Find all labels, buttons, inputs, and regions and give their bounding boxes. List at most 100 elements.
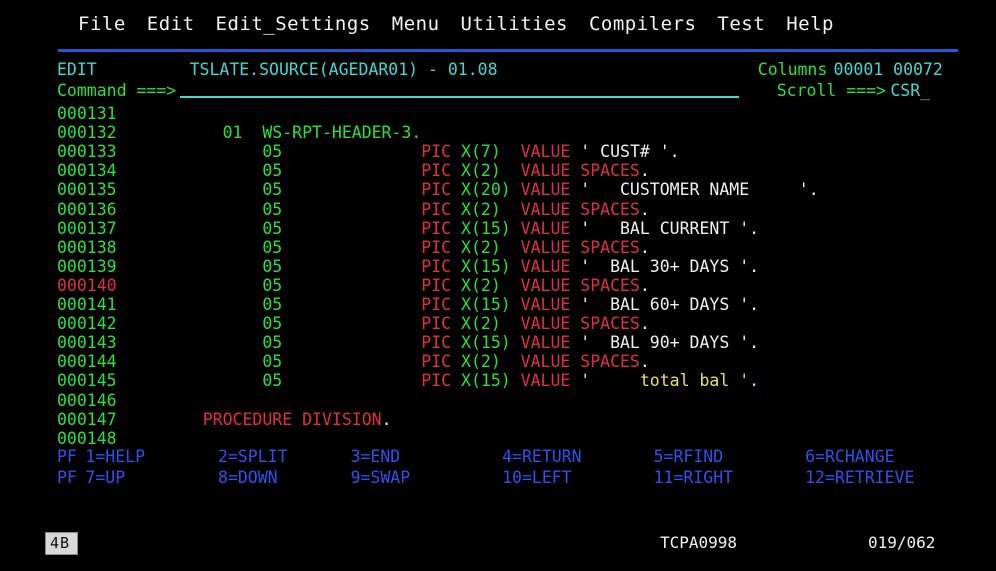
line-number: 000141 — [57, 295, 117, 314]
code-token: VALUE SPACES — [501, 276, 640, 295]
code-line[interactable]: 000135 05 PIC X(20) VALUE ' CUSTOMER NAM… — [0, 180, 996, 199]
code-line[interactable]: 000141 05 PIC X(15) VALUE ' BAL 60+ DAYS… — [0, 295, 996, 314]
code-line-text: 05 PIC X(2) VALUE SPACES. — [123, 161, 650, 180]
code-line[interactable]: 000146 — [0, 391, 996, 410]
code-token: ' BAL 60+ DAYS '. — [580, 295, 759, 314]
pf-key-3[interactable]: 3=END — [351, 447, 401, 466]
menu-item-file[interactable]: File — [78, 13, 126, 35]
pf-key-1[interactable]: 1=HELP — [85, 447, 145, 466]
code-token: X(2) — [461, 238, 501, 257]
code-token: PIC — [421, 352, 461, 371]
pf-key-9[interactable]: 9=SWAP — [351, 468, 411, 487]
code-line-text: 05 PIC X(2) VALUE SPACES. — [123, 200, 650, 219]
code-token: 05 — [123, 200, 421, 219]
pf-key-5[interactable]: 5=RFIND — [654, 447, 724, 466]
menu-item-compilers[interactable]: Compilers — [589, 13, 696, 35]
code-token: ' CUSTOMER NAME '. — [580, 180, 818, 199]
code-token: PIC — [421, 276, 461, 295]
code-line[interactable]: 000138 05 PIC X(2) VALUE SPACES. — [0, 238, 996, 257]
code-token: PIC — [421, 161, 461, 180]
code-token: X(2) — [461, 161, 501, 180]
line-number: 000147 — [57, 410, 117, 429]
code-token: 05 — [123, 314, 421, 333]
code-token: . — [640, 238, 650, 257]
code-token: X(2) — [461, 352, 501, 371]
code-line[interactable]: 000145 05 PIC X(15) VALUE ' total bal '. — [0, 371, 996, 390]
code-token: X(15) — [461, 333, 511, 352]
code-line[interactable]: 000144 05 PIC X(2) VALUE SPACES. — [0, 352, 996, 371]
command-input[interactable] — [180, 81, 739, 98]
code-token: 01 WS-RPT-HEADER-3. — [123, 123, 421, 142]
pf-key-11[interactable]: 11=RIGHT — [654, 468, 733, 487]
code-token: X(15) — [461, 257, 511, 276]
code-line[interactable]: 000140 05 PIC X(2) VALUE SPACES. — [0, 276, 996, 295]
system-id-label: TCPA0998 — [660, 533, 737, 552]
line-number: 000134 — [57, 161, 117, 180]
code-token: VALUE — [511, 257, 581, 276]
code-line[interactable]: 000136 05 PIC X(2) VALUE SPACES. — [0, 200, 996, 219]
code-token: VALUE SPACES — [501, 238, 640, 257]
menu-item-test[interactable]: Test — [717, 13, 765, 35]
code-token: 05 — [123, 161, 421, 180]
code-line[interactable]: 000142 05 PIC X(2) VALUE SPACES. — [0, 314, 996, 333]
code-token: PROCEDURE DIVISION — [123, 410, 381, 429]
code-token: VALUE — [511, 219, 581, 238]
pf-key-6[interactable]: 6=RCHANGE — [805, 447, 894, 466]
command-prompt-label: Command ===> — [57, 81, 176, 100]
pf-prefix-label: PF — [57, 447, 77, 466]
code-token: 05 — [123, 352, 421, 371]
columns-label: Columns — [758, 60, 828, 79]
pf-key-2[interactable]: 2=SPLIT — [218, 447, 288, 466]
pf-key-12[interactable]: 12=RETRIEVE — [805, 468, 914, 487]
code-line[interactable]: 000143 05 PIC X(15) VALUE ' BAL 90+ DAYS… — [0, 333, 996, 352]
pf-key-7[interactable]: 7=UP — [85, 468, 125, 487]
code-token: VALUE SPACES — [501, 352, 640, 371]
code-token: 05 — [123, 371, 421, 390]
code-token: VALUE — [511, 180, 581, 199]
code-token: PIC — [421, 142, 461, 161]
code-token: X(7) — [461, 142, 501, 161]
code-line[interactable]: 000134 05 PIC X(2) VALUE SPACES. — [0, 161, 996, 180]
code-line[interactable]: 000139 05 PIC X(15) VALUE ' BAL 30+ DAYS… — [0, 257, 996, 276]
code-token: VALUE SPACES — [501, 314, 640, 333]
connection-status-badge: 4B — [45, 532, 78, 555]
code-line-text: PROCEDURE DIVISION. — [123, 410, 391, 429]
line-number: 000135 — [57, 180, 117, 199]
code-token: ' total bal '. — [580, 371, 759, 390]
menu-item-edit[interactable]: Edit — [147, 13, 195, 35]
menu-item-utilities[interactable]: Utilities — [461, 13, 568, 35]
code-token: ' BAL 90+ DAYS '. — [580, 333, 759, 352]
code-token: . — [640, 276, 650, 295]
code-token: VALUE — [511, 295, 581, 314]
code-line-text: 05 PIC X(2) VALUE SPACES. — [123, 314, 650, 333]
code-line[interactable]: 000132 01 WS-RPT-HEADER-3. — [0, 123, 996, 142]
columns-value: 00001 00072 — [834, 60, 943, 79]
line-number: 000139 — [57, 257, 117, 276]
pf-key-row: PF7=UP8=DOWN9=SWAP10=LEFT11=RIGHT12=RETR… — [0, 468, 996, 487]
editor-mode-label: EDIT — [57, 60, 97, 79]
menu-item-edit_settings[interactable]: Edit_Settings — [216, 13, 371, 35]
code-line[interactable]: 000148 — [0, 429, 996, 448]
code-line-text: 05 PIC X(15) VALUE ' total bal '. — [123, 371, 759, 390]
code-token: VALUE SPACES — [501, 161, 640, 180]
code-token: 05 — [123, 257, 421, 276]
code-token: PIC — [421, 371, 461, 390]
menu-item-help[interactable]: Help — [786, 13, 834, 35]
code-token: VALUE — [501, 142, 580, 161]
code-line[interactable]: 000137 05 PIC X(15) VALUE ' BAL CURRENT … — [0, 219, 996, 238]
menu-bar: File Edit Edit_Settings Menu Utilities Compil… — [0, 0, 996, 48]
code-line-text: 05 PIC X(15) VALUE ' BAL CURRENT '. — [123, 219, 759, 238]
pf-key-10[interactable]: 10=LEFT — [502, 468, 572, 487]
code-line[interactable]: 000147 PROCEDURE DIVISION. — [0, 410, 996, 429]
cursor-position-indicator: 019/062 — [868, 533, 935, 552]
line-number: 000132 — [57, 123, 117, 142]
code-line[interactable]: 000133 05 PIC X(7) VALUE ' CUST# '. — [0, 142, 996, 161]
pf-key-4[interactable]: 4=RETURN — [502, 447, 581, 466]
code-line[interactable]: 000131 — [0, 104, 996, 123]
line-number: 000133 — [57, 142, 117, 161]
code-token: 05 — [123, 180, 421, 199]
menu-item-menu[interactable]: Menu — [392, 13, 440, 35]
code-token: 05 — [123, 219, 421, 238]
pf-key-8[interactable]: 8=DOWN — [218, 468, 278, 487]
menu-bar-divider — [58, 49, 958, 52]
